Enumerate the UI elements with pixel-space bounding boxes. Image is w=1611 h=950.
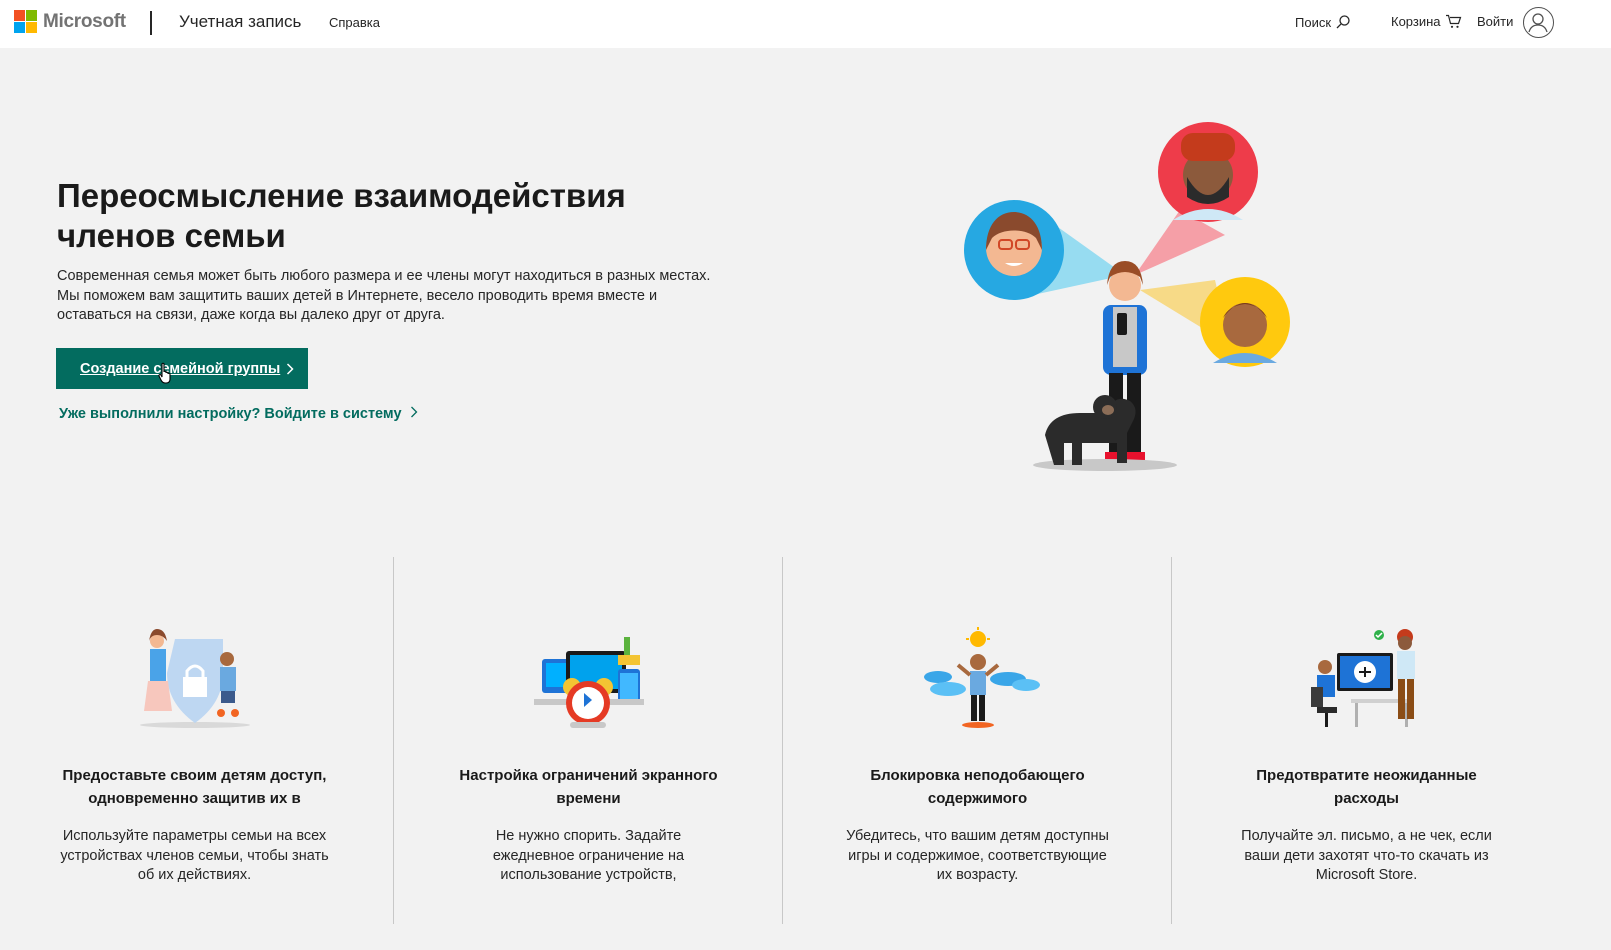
search-label: Поиск [1295, 14, 1332, 30]
signin-button[interactable]: Войти [1477, 14, 1513, 29]
feature-text: Получайте эл. письмо, а не чек, если ваш… [1241, 828, 1492, 883]
hand-cursor-icon [158, 362, 171, 384]
create-family-group-button[interactable]: Создание семейной группы [56, 348, 308, 389]
chevron-right-icon [287, 362, 294, 375]
signin-link-label: Уже выполнили настройку? Войдите в систе… [59, 406, 402, 422]
cart-button[interactable]: Корзина [1391, 14, 1462, 29]
alarm-clock-devices-icon [394, 627, 783, 737]
page-title: Переосмысление взаимодействия членов сем… [57, 177, 626, 254]
feature-title: Предотвратите неожиданные расходы [1256, 767, 1477, 807]
account-link[interactable]: Учетная запись [179, 12, 301, 32]
feature-card-protect: Предоставьте своим детям доступ, одновре… [0, 557, 389, 924]
features-section: Предоставьте своим детям доступ, одновре… [0, 557, 1570, 924]
site-header: Microsoft Учетная запись Справка Поиск К… [0, 0, 1611, 48]
feature-card-screen-time: Настройка ограничений экранного времени … [394, 557, 783, 924]
family-illustration [964, 122, 1290, 471]
microsoft-logo[interactable]: Microsoft [14, 10, 126, 33]
chevron-right-icon [410, 406, 417, 418]
search-icon [1336, 15, 1350, 29]
feature-title: Блокировка неподобающего содержимого [870, 767, 1085, 807]
kid-clouds-icon [783, 627, 1172, 737]
help-link[interactable]: Справка [329, 15, 380, 30]
cart-icon [1445, 14, 1461, 28]
cart-label: Корзина [1391, 14, 1441, 29]
header-divider [150, 11, 152, 35]
feature-title: Настройка ограничений экранного времени [459, 767, 718, 807]
account-avatar-icon[interactable] [1523, 7, 1554, 38]
signin-link[interactable]: Уже выполнили настройку? Войдите в систе… [59, 406, 418, 422]
signin-label: Войти [1477, 14, 1514, 29]
shield-family-icon [0, 627, 389, 737]
feature-text: Не нужно спорить. Задайте ежедневное огр… [492, 828, 685, 883]
store-approval-icon [1172, 627, 1561, 737]
brand-name: Microsoft [43, 10, 126, 32]
feature-card-content-filter: Блокировка неподобающего содержимого Убе… [783, 557, 1172, 924]
cta-label: Создание семейной группы [80, 360, 281, 377]
hero-description: Современная семья может быть любого разм… [57, 268, 711, 323]
feature-text: Используйте параметры семьи на всех устр… [60, 828, 329, 883]
microsoft-logo-icon [14, 10, 37, 33]
feature-card-purchases: Предотвратите неожиданные расходы Получа… [1172, 557, 1561, 924]
feature-text: Убедитесь, что вашим детям доступны игры… [846, 828, 1109, 883]
feature-title: Предоставьте своим детям доступ, одновре… [62, 767, 327, 807]
search-button[interactable]: Поиск [1295, 14, 1351, 30]
